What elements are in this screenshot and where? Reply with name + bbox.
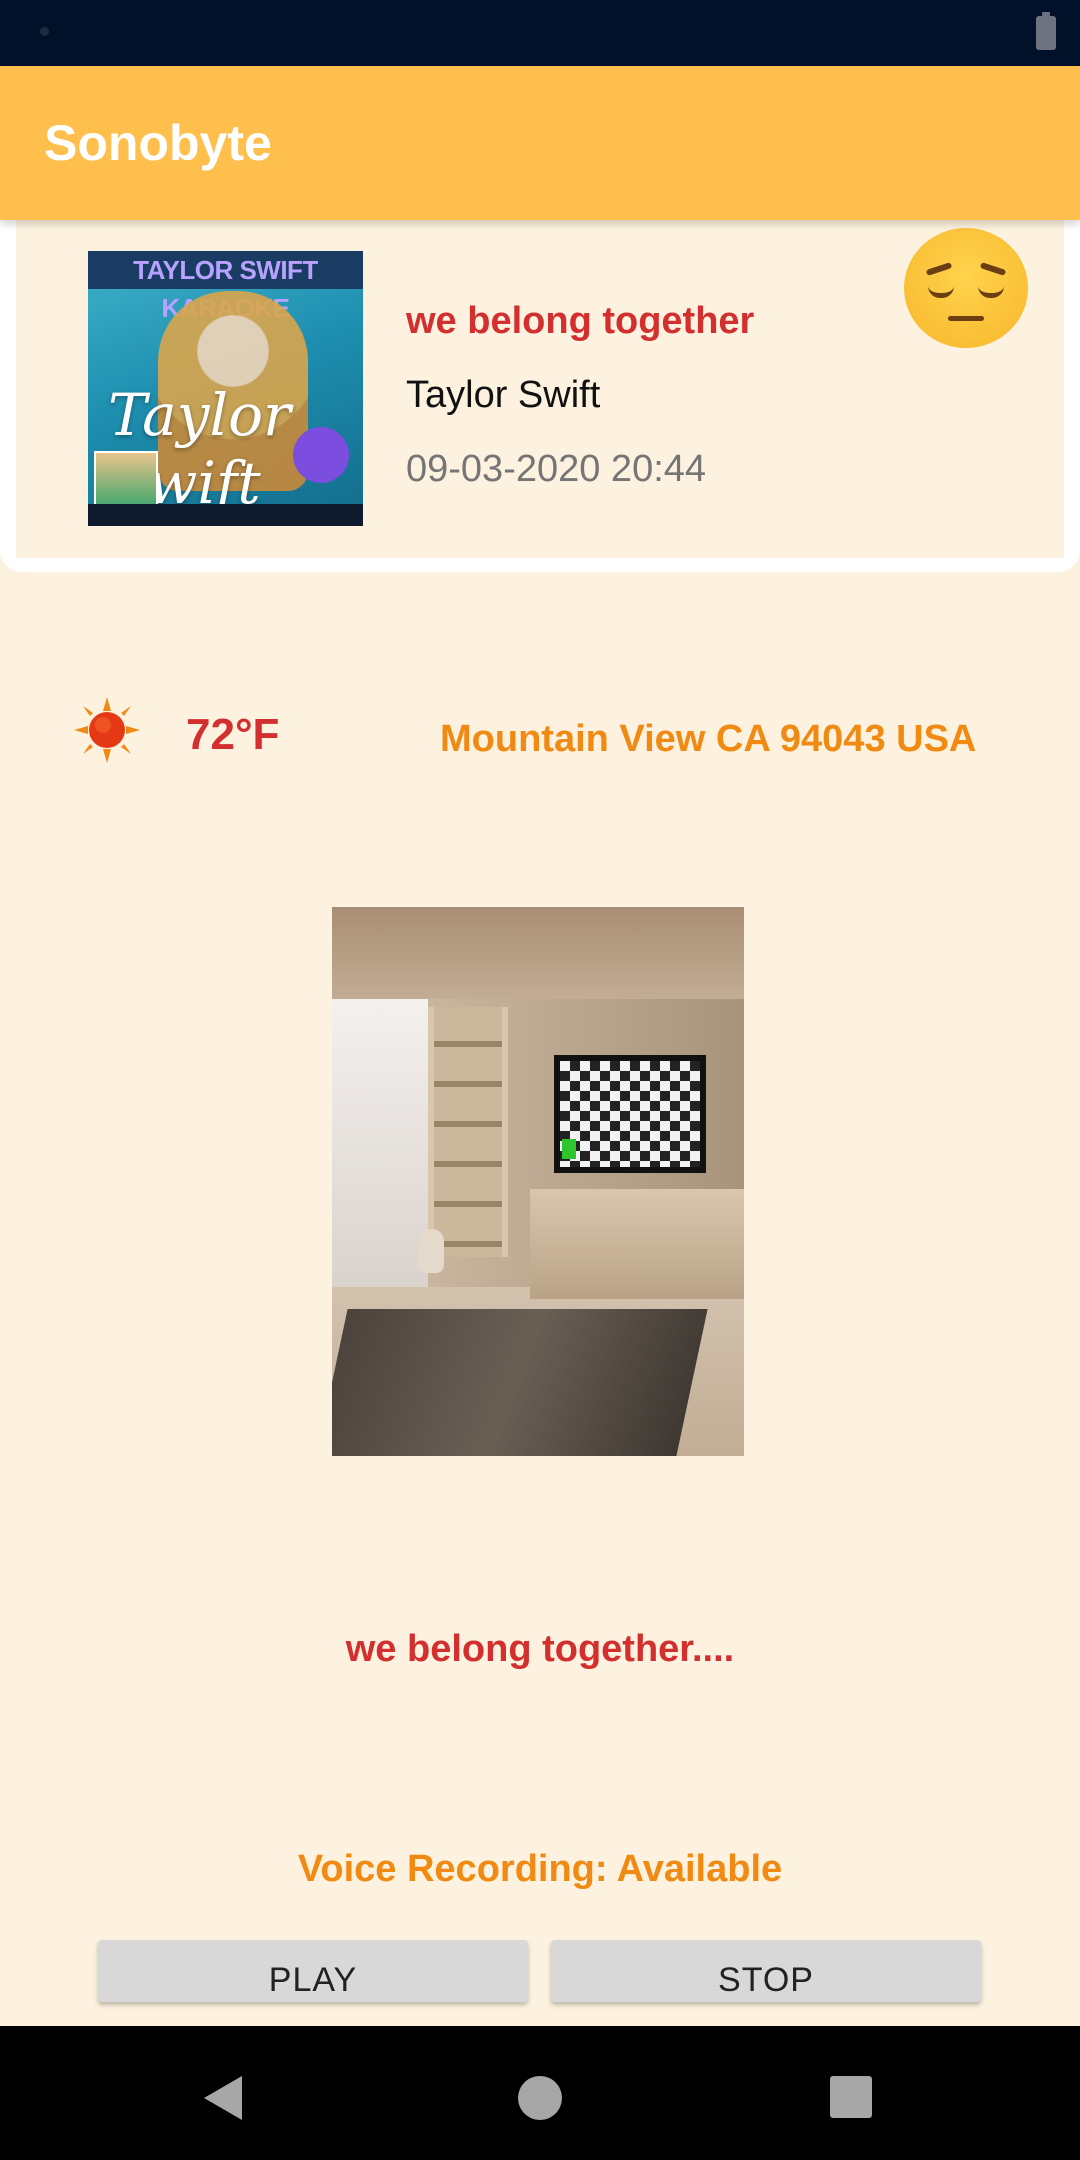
home-icon[interactable]: [518, 2076, 562, 2120]
stop-button[interactable]: STOP: [551, 1940, 981, 2002]
pensive-face-icon: [904, 228, 1028, 348]
app-title: Sonobyte: [44, 115, 272, 171]
living-room-image: [332, 907, 744, 1456]
song-title: we belong together: [406, 300, 755, 342]
back-icon[interactable]: [204, 2076, 242, 2120]
album-art-label: TAYLOR SWIFT KARAOKE: [88, 251, 363, 323]
battery-icon: [1036, 12, 1056, 50]
album-art-footer: [88, 504, 363, 526]
navigation-bar: [0, 2026, 1080, 2160]
lyrics-caption: we belong together....: [345, 1628, 735, 1670]
recents-icon[interactable]: [830, 2076, 872, 2118]
play-button[interactable]: PLAY: [98, 1940, 528, 2002]
notification-dot-icon: [40, 27, 49, 36]
song-timestamp: 09-03-2020 20:44: [406, 448, 707, 490]
artist-name: Taylor Swift: [406, 374, 601, 416]
album-art-thumbnail: [94, 451, 158, 511]
album-art-badge: [293, 427, 349, 483]
location-label: Mountain View CA 94043 USA: [440, 718, 977, 760]
recording-status: Voice Recording: Available: [297, 1848, 783, 1890]
sun-icon: [74, 697, 140, 763]
album-art-image: TAYLOR SWIFT KARAOKE Taylor Swift: [88, 251, 363, 526]
temperature-label: 72°F: [186, 710, 280, 759]
app-bar: Sonobyte: [0, 66, 1080, 220]
status-bar: [0, 0, 1080, 66]
